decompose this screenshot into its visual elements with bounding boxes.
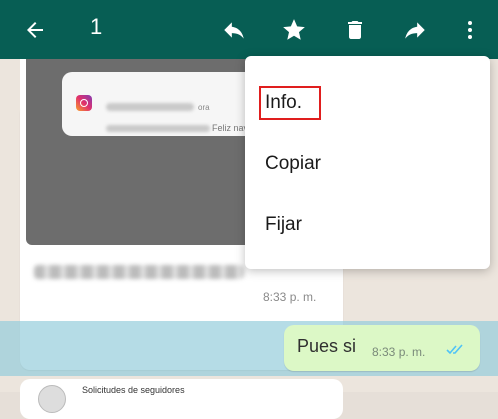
next-message[interactable]: Solicitudes de seguidores <box>20 379 343 419</box>
blurred-text <box>106 125 210 132</box>
avatar <box>38 385 66 413</box>
forward-icon[interactable] <box>397 0 433 59</box>
blurred-sender <box>106 103 194 111</box>
outgoing-time: 8:33 p. m. <box>372 345 426 359</box>
outgoing-text: Pues si <box>297 336 357 356</box>
blurred-caption <box>34 265 244 279</box>
more-vert-icon[interactable] <box>458 0 482 59</box>
back-arrow-icon[interactable] <box>18 0 52 59</box>
instagram-icon <box>76 95 92 111</box>
reply-icon[interactable] <box>216 0 252 59</box>
highlight-box <box>259 86 321 120</box>
outgoing-message[interactable]: Pues si 8:33 p. m. <box>284 325 480 371</box>
notification-suffix-top: ora <box>198 103 210 112</box>
context-menu: Info. Copiar Fijar <box>245 56 490 269</box>
menu-item-copy[interactable]: Copiar <box>265 153 321 175</box>
incoming-time: 8:33 p. m. <box>263 290 317 304</box>
next-message-text: Solicitudes de seguidores <box>82 385 185 395</box>
double-check-icon <box>446 343 466 361</box>
menu-item-pin[interactable]: Fijar <box>265 214 302 236</box>
delete-icon[interactable] <box>337 0 373 59</box>
selection-toolbar: 1 <box>0 0 498 59</box>
star-icon[interactable] <box>276 0 312 59</box>
selected-count: 1 <box>90 14 103 39</box>
